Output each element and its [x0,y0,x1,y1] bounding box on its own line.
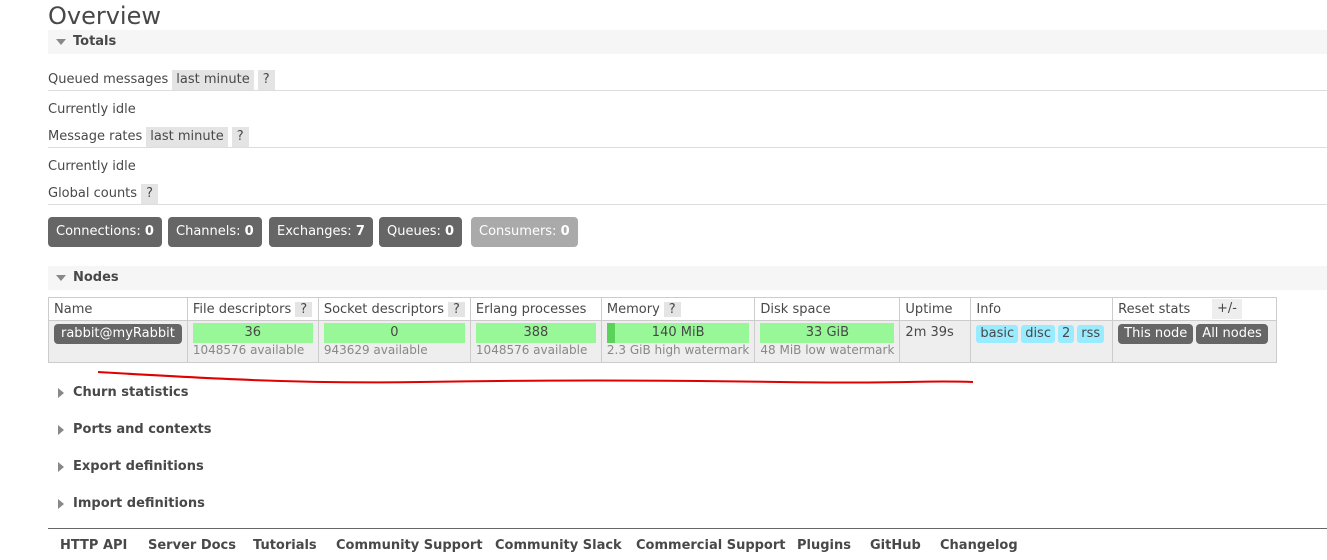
info-cell: basic disc 2 rss [970,320,1114,363]
info-badge-count: 2 [1057,325,1075,343]
footer-link-plugins[interactable]: Plugins [797,538,851,553]
nodes-section-header[interactable]: Nodes [48,266,1327,290]
collapse-arrow-icon [56,39,66,45]
footer: HTTP API Server Docs Tutorials Community… [48,528,1327,560]
footer-link-http-api[interactable]: HTTP API [60,538,127,553]
footer-link-github[interactable]: GitHub [870,538,921,553]
divider [48,204,1327,205]
erlang-processes-bar: 388 [475,323,596,343]
reset-all-nodes-button[interactable]: All nodes [1196,324,1268,344]
totals-section-header[interactable]: Totals [48,30,1327,54]
col-memory: Memory? [600,297,756,321]
expand-arrow-icon [58,425,64,435]
expand-arrow-icon [58,388,64,398]
col-socket-descriptors: Socket descriptors? [317,297,471,321]
divider [48,90,1327,91]
rates-range-selector[interactable]: last minute [146,127,228,147]
page-title: Overview [48,2,161,30]
memory-bar-fill [606,323,616,343]
footer-link-tutorials[interactable]: Tutorials [253,538,317,553]
memory-watermark: 2.3 GiB high watermark [606,343,750,357]
nodes-header-label: Nodes [73,270,119,285]
queued-range-selector[interactable]: last minute [172,70,254,90]
expand-arrow-icon [58,462,64,472]
node-name-link[interactable]: rabbit@myRabbit [54,324,182,344]
queued-messages-row: Queued messages last minute? [48,70,275,90]
table-row: rabbit@myRabbit 36 1048576 available 0 9… [48,320,1277,363]
footer-link-commercial-support[interactable]: Commercial Support [636,538,786,553]
erlang-processes-cell: 388 1048576 available [469,320,602,363]
col-erlang-processes: Erlang processes [469,297,602,321]
global-counts-row: Global counts? [48,184,158,204]
erlang-processes-available: 1048576 available [475,343,588,357]
channels-count-button[interactable]: Channels: 0 [168,217,262,247]
queued-help-button[interactable]: ? [257,70,275,90]
uptime-value: 2m 39s [905,325,954,340]
col-reset-stats: Reset stats [1112,297,1277,321]
queues-count-button[interactable]: Queues: 0 [379,217,463,247]
connections-count-button[interactable]: Connections: 0 [48,217,162,247]
col-name: Name [48,297,188,321]
rates-status: Currently idle [48,159,136,174]
memory-help-button[interactable]: ? [663,301,681,317]
footer-link-community-support[interactable]: Community Support [336,538,483,553]
uptime-cell: 2m 39s [899,320,972,363]
divider [48,147,1327,148]
disk-space-bar: 33 GiB [760,323,895,343]
col-uptime: Uptime [899,297,972,321]
exchanges-count-button[interactable]: Exchanges: 7 [269,217,373,247]
file-descriptors-help-button[interactable]: ? [295,301,313,317]
footer-link-server-docs[interactable]: Server Docs [148,538,236,553]
memory-cell: 140 MiB 2.3 GiB high watermark [600,320,756,363]
col-info: Info [970,297,1114,321]
memory-bar: 140 MiB [606,323,750,343]
info-badge-disc: disc [1021,325,1055,343]
nodes-table: Name File descriptors? Socket descriptor… [48,297,1277,363]
node-name-cell: rabbit@myRabbit [48,320,188,363]
global-help-button[interactable]: ? [141,184,158,204]
file-descriptors-available: 1048576 available [192,343,305,357]
socket-descriptors-help-button[interactable]: ? [448,301,465,317]
totals-header-label: Totals [73,34,117,49]
expand-arrow-icon [58,499,64,509]
socket-descriptors-bar: 0 [323,323,465,343]
footer-link-community-slack[interactable]: Community Slack [495,538,622,553]
global-counts-label: Global counts [48,186,138,201]
rates-help-button[interactable]: ? [231,127,249,147]
message-rates-row: Message rates last minute? [48,127,249,147]
socket-descriptors-cell: 0 943629 available [317,320,471,363]
reset-stats-cell: This node All nodes [1112,320,1277,363]
socket-descriptors-available: 943629 available [323,343,428,357]
file-descriptors-cell: 36 1048576 available [186,320,319,363]
message-rates-label: Message rates [48,129,143,144]
queued-messages-label: Queued messages [48,72,169,87]
info-badge-rss: rss [1077,325,1105,343]
footer-link-changelog[interactable]: Changelog [940,538,1018,553]
info-badge-basic: basic [976,325,1019,343]
consumers-count-button[interactable]: Consumers: 0 [471,217,578,247]
disk-space-cell: 33 GiB 48 MiB low watermark [754,320,901,363]
column-toggle-button[interactable]: +/- [1212,299,1242,319]
col-file-descriptors: File descriptors? [186,297,319,321]
col-disk-space: Disk space [754,297,901,321]
table-header-row: Name File descriptors? Socket descriptor… [48,297,1277,321]
disk-watermark: 48 MiB low watermark [760,343,895,357]
file-descriptors-bar: 36 [192,323,313,343]
collapse-arrow-icon [56,275,66,281]
reset-this-node-button[interactable]: This node [1118,324,1194,344]
queued-status: Currently idle [48,102,136,117]
